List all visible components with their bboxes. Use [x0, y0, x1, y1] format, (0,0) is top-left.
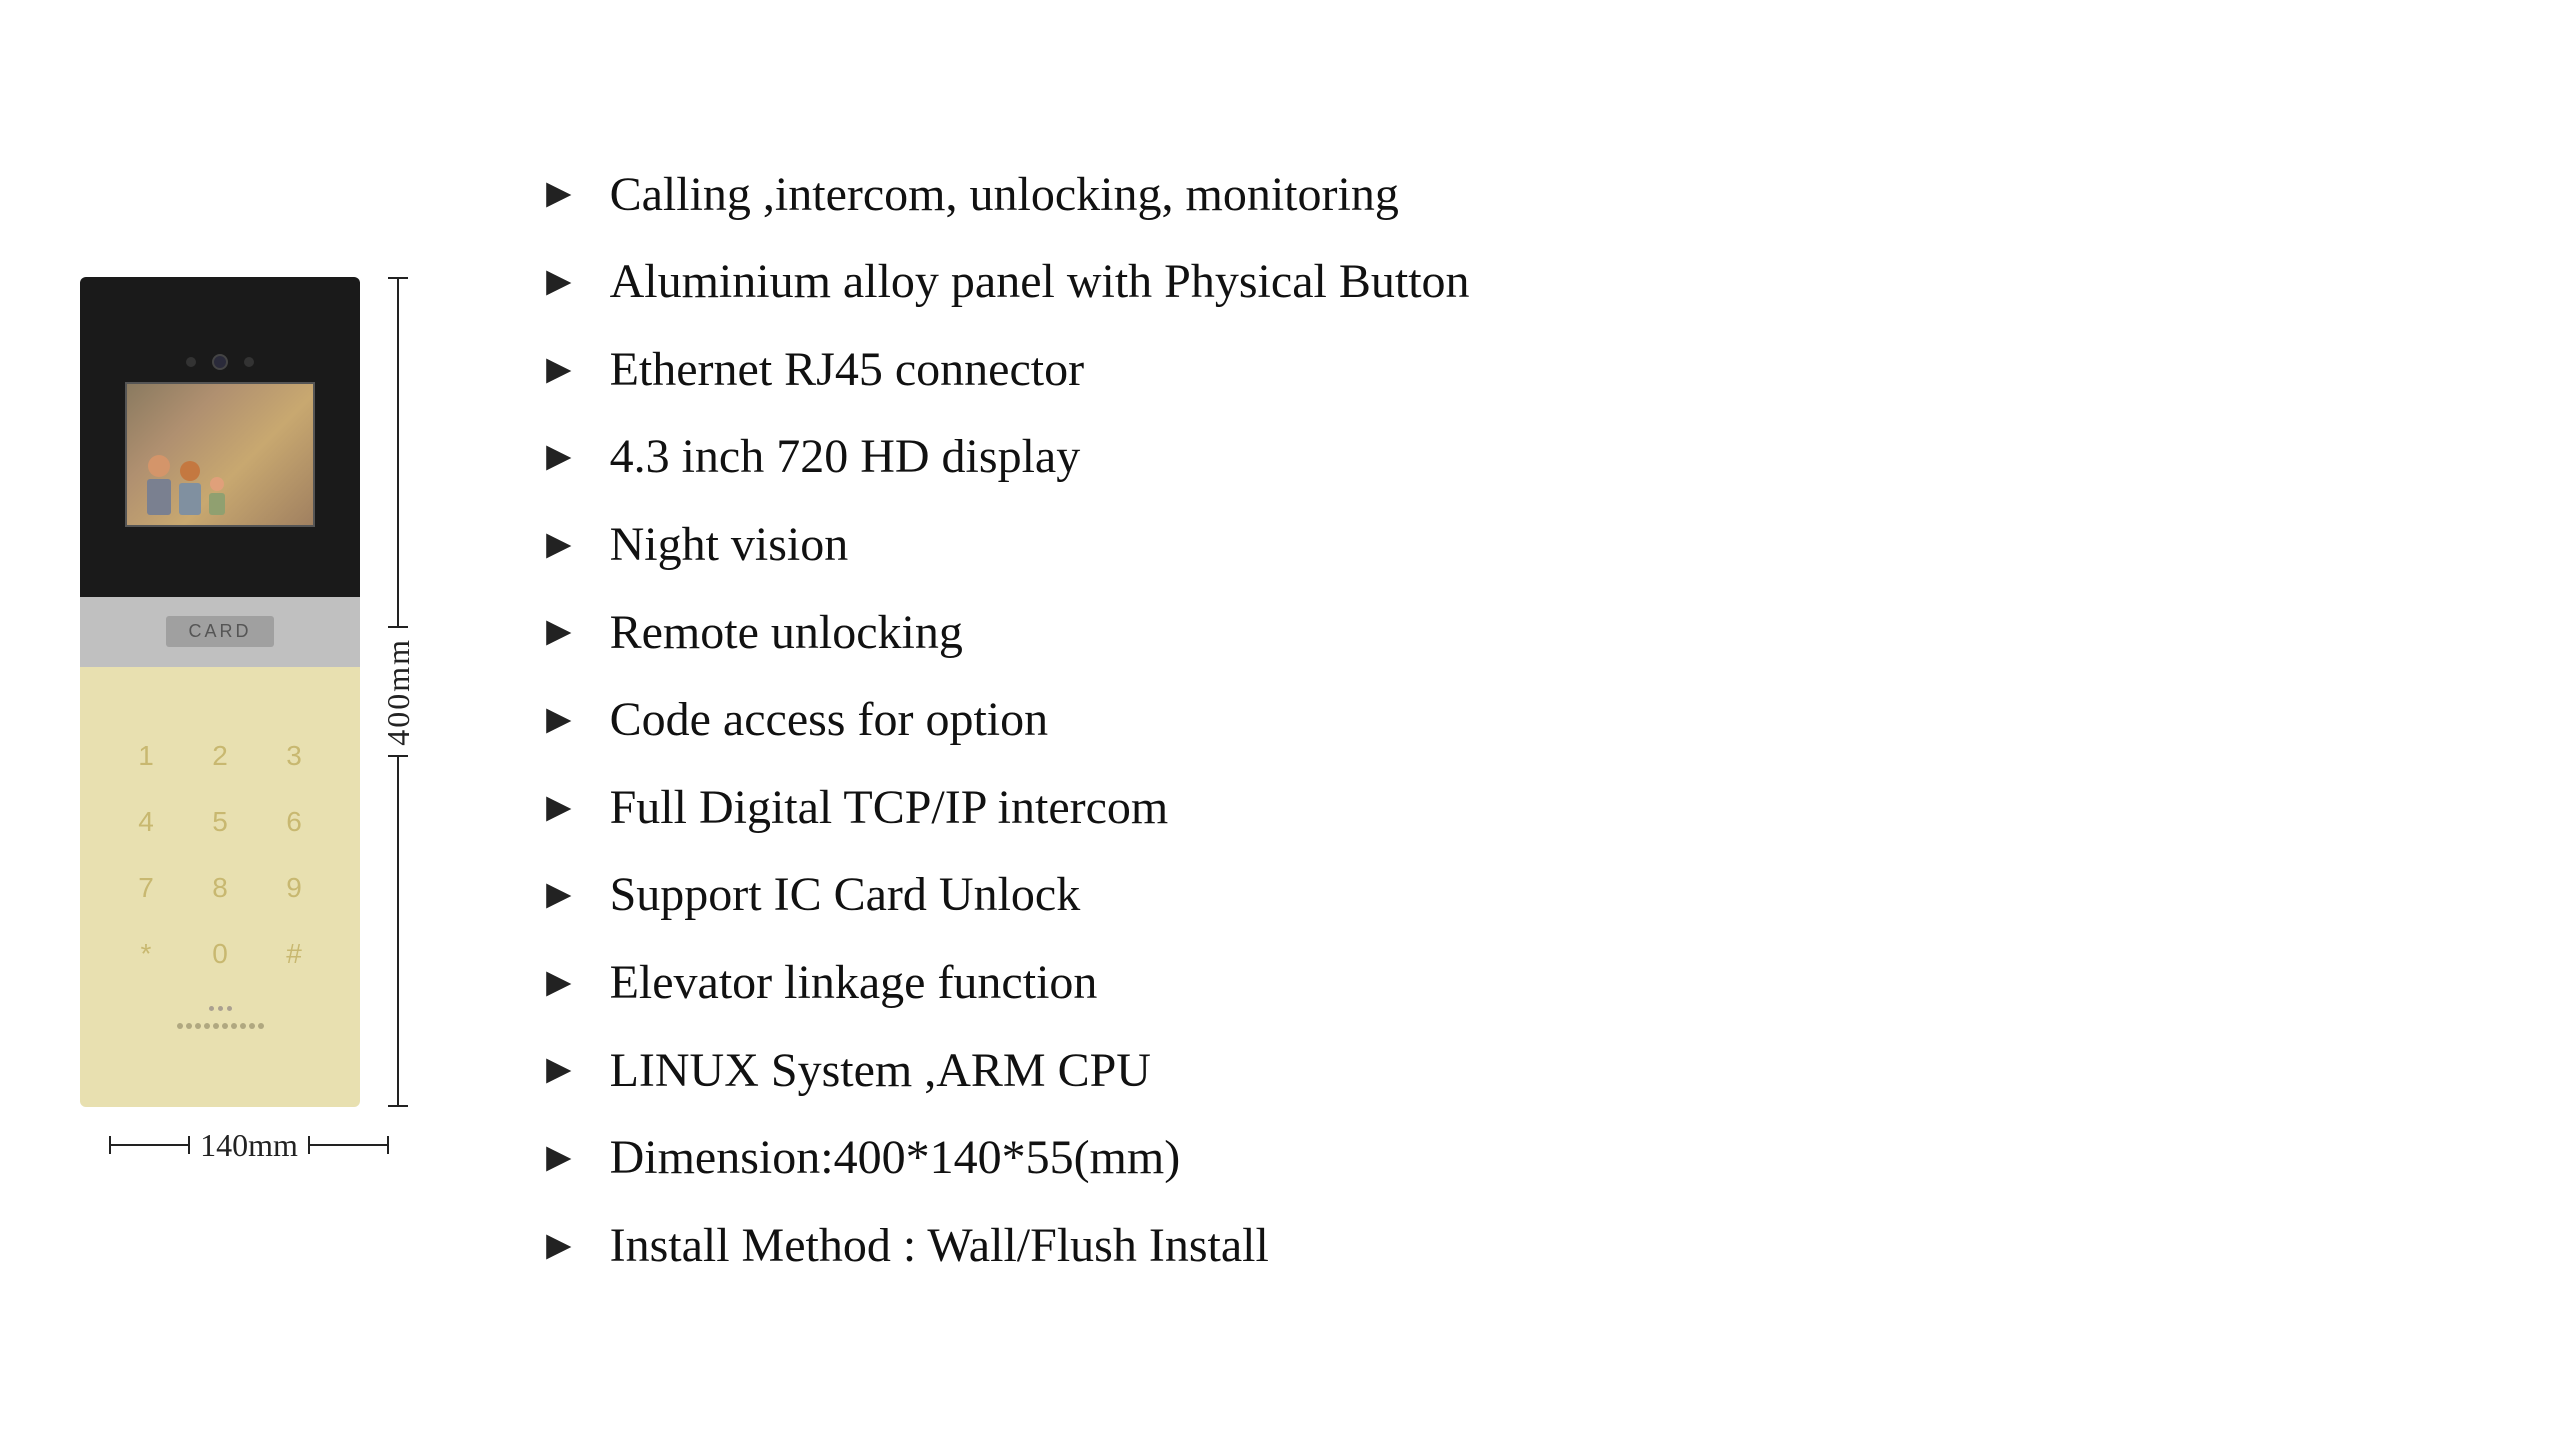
- grill-dot: [195, 1023, 201, 1029]
- spec-arrow-11: ►: [538, 1049, 580, 1091]
- spec-item-6: ► Remote unlocking: [538, 604, 2480, 662]
- spec-text-7: Code access for option: [610, 691, 1049, 749]
- grill-dot: [186, 1023, 192, 1029]
- screen-content: [127, 384, 313, 525]
- spec-item-4: ► 4.3 inch 720 HD display: [538, 428, 2480, 486]
- spec-arrow-5: ►: [538, 524, 580, 566]
- spec-arrow-4: ►: [538, 436, 580, 478]
- width-dimension-label: 140mm: [200, 1127, 298, 1164]
- width-dim-line-2: [308, 1144, 389, 1146]
- spec-arrow-12: ►: [538, 1137, 580, 1179]
- ir-led-2: [244, 357, 254, 367]
- spec-arrow-1: ►: [538, 173, 580, 215]
- spec-arrow-2: ►: [538, 261, 580, 303]
- device-diagram: CARD 123 456 789 * 0 #: [80, 277, 360, 1107]
- device-info: [177, 1006, 264, 1029]
- device-screen: [125, 382, 315, 527]
- card-label: CARD: [166, 616, 273, 647]
- key-3[interactable]: 3: [272, 734, 316, 778]
- key-hash[interactable]: #: [272, 932, 316, 976]
- key-0[interactable]: 0: [198, 932, 242, 976]
- height-dimension-label: 400mm: [380, 638, 417, 746]
- camera-lens: [212, 354, 228, 370]
- spec-item-7: ► Code access for option: [538, 691, 2480, 749]
- key-7[interactable]: 7: [124, 866, 168, 910]
- grill-dot: [177, 1023, 183, 1029]
- figure-adult1: [147, 455, 171, 515]
- spec-arrow-6: ►: [538, 611, 580, 653]
- spec-arrow-9: ►: [538, 874, 580, 916]
- figure-body-2: [179, 483, 201, 515]
- spec-arrow-7: ►: [538, 699, 580, 741]
- device-top: [80, 277, 360, 597]
- spec-item-13: ► Install Method : Wall/Flush Install: [538, 1217, 2480, 1275]
- grill-dot: [213, 1023, 219, 1029]
- grill-dot: [231, 1023, 237, 1029]
- spec-text-9: Support IC Card Unlock: [610, 866, 1081, 924]
- figure-body: [147, 479, 171, 515]
- key-8[interactable]: 8: [198, 866, 242, 910]
- spec-item-8: ► Full Digital TCP/IP intercom: [538, 779, 2480, 837]
- device-bottom: 123 456 789 * 0 #: [80, 667, 360, 1107]
- figure-body-3: [209, 493, 225, 515]
- spec-text-2: Aluminium alloy panel with Physical Butt…: [610, 253, 1470, 311]
- spec-item-9: ► Support IC Card Unlock: [538, 866, 2480, 924]
- keypad-grid: 123 456 789 * 0 #: [124, 734, 316, 976]
- spec-item-3: ► Ethernet RJ45 connector: [538, 341, 2480, 399]
- spec-text-10: Elevator linkage function: [610, 954, 1098, 1012]
- spec-arrow-13: ►: [538, 1225, 580, 1267]
- spec-item-10: ► Elevator linkage function: [538, 954, 2480, 1012]
- figure-child: [209, 477, 225, 515]
- key-6[interactable]: 6: [272, 800, 316, 844]
- key-star[interactable]: *: [124, 932, 168, 976]
- height-dim-line-bottom: [397, 755, 399, 1106]
- key-4[interactable]: 4: [124, 800, 168, 844]
- spec-text-11: LINUX System ,ARM CPU: [610, 1042, 1151, 1100]
- specs-section: ► Calling ,intercom, unlocking, monitorin…: [538, 166, 2480, 1275]
- spec-item-1: ► Calling ,intercom, unlocking, monitorin…: [538, 166, 2480, 224]
- spec-text-8: Full Digital TCP/IP intercom: [610, 779, 1169, 837]
- spec-text-4: 4.3 inch 720 HD display: [610, 428, 1081, 486]
- grill-dot: [249, 1023, 255, 1029]
- speaker-grill: [177, 1023, 264, 1029]
- figure-head-2: [180, 461, 200, 481]
- grill-dot: [222, 1023, 228, 1029]
- grill-dot: [240, 1023, 246, 1029]
- ir-led: [186, 357, 196, 367]
- grill-dot: [258, 1023, 264, 1029]
- spec-text-1: Calling ,intercom, unlocking, monitoring: [610, 166, 1399, 224]
- spec-text-6: Remote unlocking: [610, 604, 963, 662]
- spec-text-5: Night vision: [610, 516, 849, 574]
- camera-row: [186, 354, 254, 370]
- figure-adult2: [179, 461, 201, 515]
- key-5[interactable]: 5: [198, 800, 242, 844]
- screen-figures: [147, 455, 225, 515]
- spec-item-5: ► Night vision: [538, 516, 2480, 574]
- key-9[interactable]: 9: [272, 866, 316, 910]
- main-container: CARD 123 456 789 * 0 #: [0, 0, 2560, 1440]
- device-middle: CARD: [80, 597, 360, 667]
- figure-head: [148, 455, 170, 477]
- info-dots: [209, 1006, 232, 1011]
- spec-arrow-3: ►: [538, 349, 580, 391]
- device-section: CARD 123 456 789 * 0 #: [80, 277, 418, 1164]
- spec-arrow-10: ►: [538, 962, 580, 1004]
- grill-dot: [204, 1023, 210, 1029]
- key-2[interactable]: 2: [198, 734, 242, 778]
- spec-item-11: ► LINUX System ,ARM CPU: [538, 1042, 2480, 1100]
- spec-item-12: ► Dimension:400*140*55(mm): [538, 1129, 2480, 1187]
- figure-head-3: [210, 477, 224, 491]
- spec-arrow-8: ►: [538, 787, 580, 829]
- height-dim-line-top: [397, 277, 399, 628]
- spec-item-2: ► Aluminium alloy panel with Physical But…: [538, 253, 2480, 311]
- height-dimension: 400mm: [378, 277, 418, 1107]
- width-dim-line: [109, 1144, 190, 1146]
- spec-text-3: Ethernet RJ45 connector: [610, 341, 1085, 399]
- spec-text-13: Install Method : Wall/Flush Install: [610, 1217, 1269, 1275]
- key-1[interactable]: 1: [124, 734, 168, 778]
- width-dimension: 140mm: [109, 1127, 389, 1164]
- spec-text-12: Dimension:400*140*55(mm): [610, 1129, 1181, 1187]
